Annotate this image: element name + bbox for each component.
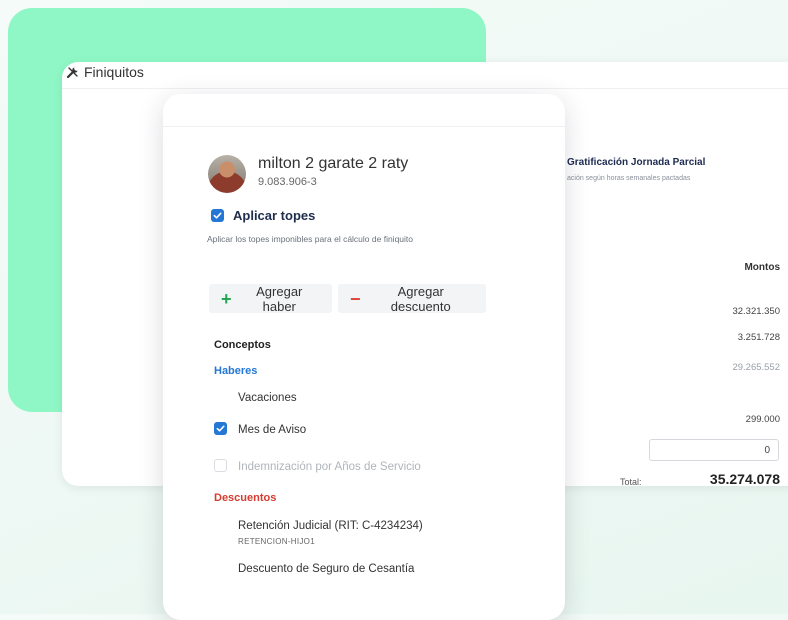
aplicar-topes-description: Aplicar los topes imponibles para el cál… <box>207 234 414 244</box>
descuento-item-retencion[interactable]: Retención Judicial (RIT: C-4234234) <box>238 520 423 532</box>
indemnizacion-checkbox <box>214 459 227 472</box>
add-descuento-label: Agregar descuento <box>390 283 451 314</box>
add-haber-label: Agregar haber <box>256 283 303 314</box>
montos-header: Montos <box>744 262 780 273</box>
amount-value: 32.321.350 <box>732 306 780 317</box>
mes-de-aviso-checkbox[interactable] <box>214 422 227 435</box>
total-value: 35.274.078 <box>709 471 780 487</box>
app-title: Finiquitos <box>84 64 144 80</box>
amount-value: 3.251.728 <box>737 332 780 343</box>
descuento-item-cesantia[interactable]: Descuento de Seguro de Cesantía <box>238 563 414 575</box>
minus-icon: − <box>350 288 361 309</box>
haber-item-indemnizacion: Indemnización por Años de Servicio <box>238 461 421 473</box>
check-icon <box>213 212 222 219</box>
gratificacion-description: ación según horas semanales pactadas <box>567 175 691 182</box>
conceptos-title: Conceptos <box>214 339 271 351</box>
aplicar-topes-checkbox[interactable] <box>211 209 224 222</box>
window-divider <box>62 88 788 89</box>
avatar <box>208 155 246 193</box>
haber-item-mes-de-aviso[interactable]: Mes de Aviso <box>238 424 306 436</box>
aplicar-topes-label[interactable]: Aplicar topes <box>233 208 315 223</box>
add-descuento-button[interactable]: − Agregar descuento <box>338 283 486 314</box>
add-haber-button[interactable]: + Agregar haber <box>209 283 332 314</box>
amount-input[interactable]: 0 <box>649 439 779 461</box>
haber-item-vacaciones[interactable]: Vacaciones <box>238 392 297 404</box>
plus-icon: + <box>221 288 232 309</box>
tools-icon <box>66 65 80 79</box>
total-label: Total: <box>620 477 642 487</box>
employee-name: milton 2 garate 2 raty <box>258 155 409 172</box>
app-title-bar: Finiquitos <box>66 64 144 80</box>
descuento-item-retencion-code: RETENCION-HIJO1 <box>238 537 315 546</box>
modal-divider <box>163 126 565 127</box>
employee-rut: 9.083.906-3 <box>258 176 317 188</box>
amount-value: 299.000 <box>745 414 780 425</box>
amount-value: 29.265.552 <box>732 362 780 373</box>
check-icon <box>216 425 225 432</box>
gratificacion-title: Gratificación Jornada Parcial <box>567 157 706 168</box>
descuentos-title: Descuentos <box>214 492 277 504</box>
haberes-title: Haberes <box>214 365 258 377</box>
